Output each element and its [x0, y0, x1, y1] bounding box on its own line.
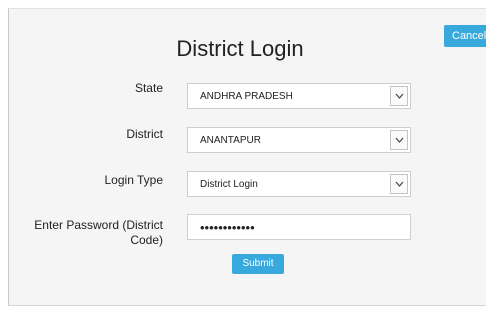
district-select[interactable]: ANANTAPUR	[187, 127, 411, 153]
cancel-button[interactable]: Cancel	[444, 25, 486, 47]
page-title: District Login	[176, 36, 304, 61]
login-type-select[interactable]: District Login	[187, 171, 411, 197]
state-select[interactable]: ANDHRA PRADESH	[187, 83, 411, 109]
login-type-label: Login Type	[104, 173, 164, 187]
state-selected-value: ANDHRA PRADESH	[200, 91, 293, 102]
password-label: Enter Password (District Code)	[14, 218, 163, 248]
login-type-selected-value: District Login	[200, 179, 258, 190]
district-label: District	[126, 127, 163, 141]
password-field[interactable]: ••••••••••••	[187, 214, 411, 240]
submit-button[interactable]: Submit	[232, 254, 284, 274]
password-label-line2: Code)	[130, 233, 163, 247]
password-label-line1: Enter Password (District	[34, 218, 163, 232]
chevron-down-icon[interactable]	[390, 86, 408, 106]
chevron-down-icon[interactable]	[390, 174, 408, 194]
state-label: State	[134, 81, 163, 95]
chevron-down-icon[interactable]	[390, 130, 408, 150]
district-selected-value: ANANTAPUR	[200, 135, 261, 146]
